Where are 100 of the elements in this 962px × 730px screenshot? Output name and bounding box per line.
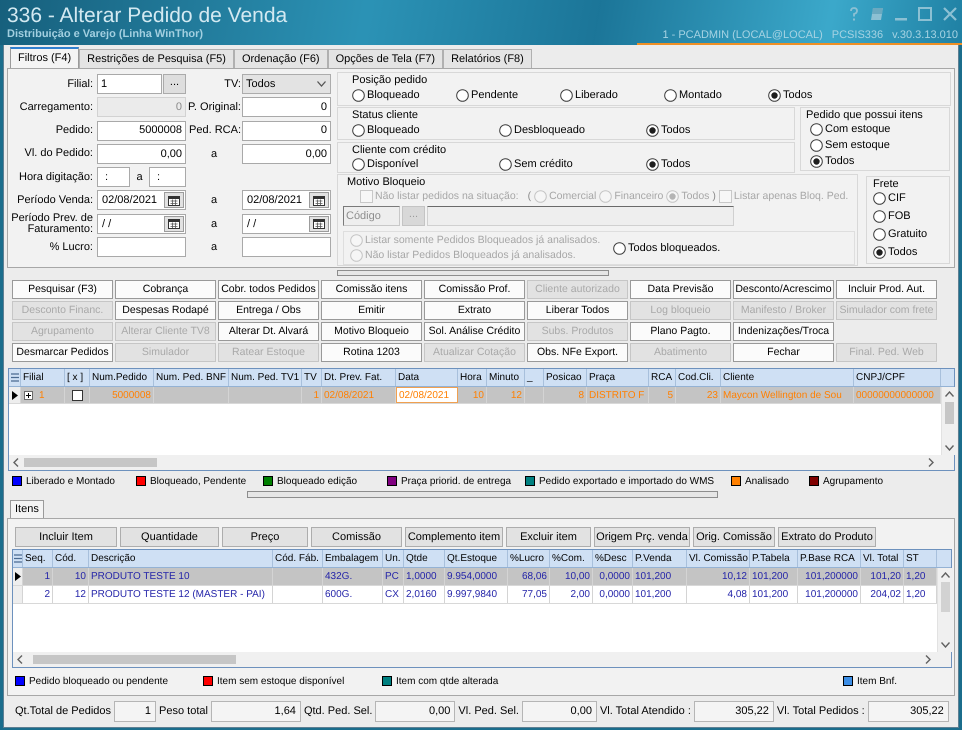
action-button[interactable]: Motivo Bloqueio (321, 322, 422, 341)
radio-option[interactable]: Todos (646, 158, 690, 171)
input-field[interactable]: : (97, 167, 130, 188)
column-header[interactable]: Num.Pedido (90, 369, 154, 386)
radio-option[interactable]: Bloqueado (352, 124, 420, 137)
radio-option[interactable]: FOB (873, 210, 911, 223)
column-header[interactable]: Cliente (721, 369, 854, 386)
radio-icon[interactable] (352, 124, 365, 137)
column-header[interactable]: Cod.Cli. (676, 369, 721, 386)
column-header[interactable]: Descrição (89, 550, 273, 567)
action-button[interactable]: Preço (222, 527, 308, 547)
tab[interactable]: Relatórios (F8) (443, 49, 532, 68)
action-button[interactable]: Rotina 1203 (321, 343, 422, 362)
column-header[interactable]: Qt.Estoque (445, 550, 508, 567)
column-header[interactable]: CNPJ/CPF (854, 369, 941, 386)
input-field[interactable]: 0 (242, 97, 331, 118)
date-field[interactable]: 02/08/2021 (97, 190, 186, 210)
vertical-scrollbar[interactable] (937, 568, 953, 652)
column-header[interactable]: Seq. (23, 550, 53, 567)
caret-down-icon[interactable] (945, 445, 954, 451)
date-field[interactable]: / / (242, 214, 331, 234)
column-header[interactable]: Cód. (53, 550, 89, 567)
scrollbar-thumb[interactable] (945, 402, 954, 424)
action-button[interactable]: Fechar (733, 343, 834, 362)
horizontal-scrollbar[interactable] (13, 652, 935, 667)
tile-icon[interactable] (870, 6, 884, 20)
date-field[interactable]: 02/08/2021 (242, 190, 331, 210)
splitter-handle[interactable] (247, 491, 718, 498)
caret-left-icon[interactable] (13, 458, 19, 467)
radio-option[interactable]: Pendente (456, 89, 518, 102)
radio-icon[interactable] (810, 139, 823, 152)
action-button[interactable]: Excluir item (506, 527, 591, 547)
radio-icon[interactable] (352, 89, 365, 102)
radio-icon[interactable] (873, 210, 886, 223)
radio-icon[interactable] (768, 89, 781, 102)
column-header[interactable]: Hora (458, 369, 487, 386)
column-header[interactable]: ST (904, 550, 937, 567)
action-button[interactable]: Data Previsão (630, 280, 731, 299)
caret-left-icon[interactable] (17, 655, 23, 664)
action-button[interactable]: Indenizações/Troca (733, 322, 834, 341)
radio-option[interactable]: CIF (873, 192, 906, 205)
action-button[interactable]: Desconto/Acrescimo (733, 280, 834, 299)
calendar-button[interactable] (164, 216, 184, 232)
radio-icon[interactable] (352, 158, 365, 171)
date-field[interactable]: / / (97, 214, 186, 234)
action-button[interactable]: Orig. Comissão (693, 527, 775, 547)
grid-menu-icon[interactable] (10, 373, 18, 382)
radio-option[interactable]: Todos bloqueados. (613, 242, 720, 254)
column-header[interactable]: Num. Ped. TV1 (229, 369, 302, 386)
input-field[interactable]: 0 (242, 120, 331, 141)
radio-icon[interactable] (664, 89, 677, 102)
calendar-button[interactable] (309, 216, 329, 232)
action-button[interactable]: Liberar Todos (527, 301, 628, 320)
radio-option[interactable]: Liberado (560, 89, 618, 102)
action-button[interactable]: Alterar Dt. Alvará (218, 322, 319, 341)
action-button[interactable]: Incluir Prod. Aut. (836, 280, 937, 299)
column-header[interactable]: Data (396, 369, 458, 386)
action-button[interactable]: Entrega / Obs (218, 301, 319, 320)
radio-icon[interactable] (613, 242, 626, 254)
radio-option[interactable]: Sem crédito (499, 158, 573, 171)
action-button[interactable]: Obs. NFe Export. (527, 343, 628, 362)
action-button[interactable]: Comissão (311, 527, 402, 547)
column-header[interactable]: P.Base RCA (798, 550, 861, 567)
action-button[interactable]: Quantidade (120, 527, 219, 547)
caret-up-icon[interactable] (941, 572, 950, 578)
radio-option[interactable]: Todos (646, 124, 690, 137)
radio-icon[interactable] (810, 155, 823, 168)
input-field[interactable]: 5000008 (97, 120, 186, 141)
tab[interactable]: Restrições de Pesquisa (F5) (79, 49, 234, 68)
action-button[interactable]: Incluir Item (15, 527, 117, 547)
scrollbar-thumb[interactable] (24, 458, 157, 467)
checkbox-icon[interactable] (72, 390, 82, 400)
action-button[interactable]: Desmarcar Pedidos (12, 343, 113, 362)
action-button[interactable]: Extrato (424, 301, 525, 320)
action-button[interactable]: Complemento item (405, 527, 503, 547)
column-header[interactable]: %Com. (550, 550, 593, 567)
action-button[interactable]: Emitir (321, 301, 422, 320)
tab[interactable]: Itens (10, 500, 44, 518)
radio-icon[interactable] (873, 192, 886, 205)
column-header[interactable]: Cód. Fáb. (273, 550, 323, 567)
column-header[interactable]: RCA (649, 369, 676, 386)
calendar-button[interactable] (309, 192, 329, 208)
column-header[interactable]: Dt. Prev. Fat. (322, 369, 396, 386)
dropdown[interactable]: Todos (242, 74, 331, 94)
column-header[interactable]: TV (302, 369, 322, 386)
expand-icon[interactable] (24, 390, 33, 400)
column-header[interactable]: Vl. Comissão (687, 550, 750, 567)
tab[interactable]: Opções de Tela (F7) (328, 49, 444, 68)
input-field[interactable]: 1 (97, 74, 162, 94)
action-button[interactable]: Origem Prç. venda (594, 527, 690, 547)
column-header[interactable]: %Desc (593, 550, 633, 567)
scrollbar-thumb[interactable] (33, 655, 236, 664)
column-header[interactable]: P.Tabela (750, 550, 798, 567)
table-row[interactable]: 2 12 PRODUTO TESTE 12 (MASTER - PAI) 600G. CX 2,0160 9.997,9840 77,05 2,00 0,0000 101,200 4,08 101,200 101,200000 204,02 1,20 (13, 586, 937, 604)
action-button[interactable]: Despesas Rodapé (115, 301, 216, 320)
input-field[interactable] (97, 237, 186, 258)
input-field[interactable]: 0,00 (242, 144, 331, 164)
caret-down-icon[interactable] (941, 642, 950, 648)
radio-icon[interactable] (810, 123, 823, 136)
radio-option[interactable]: Montado (664, 89, 722, 102)
